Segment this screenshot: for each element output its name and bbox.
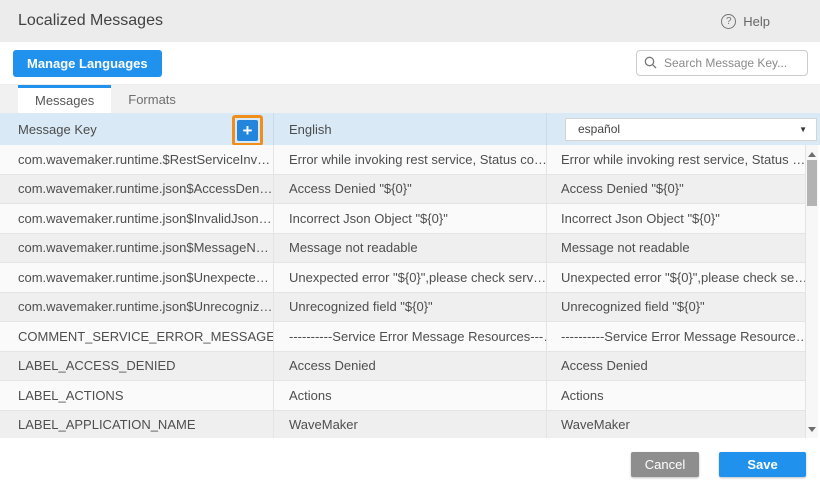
cancel-button[interactable]: Cancel bbox=[631, 452, 699, 477]
translation-value-cell[interactable]: Message not readable bbox=[546, 234, 806, 263]
search-box bbox=[636, 50, 808, 76]
column-header-message-key: Message Key + bbox=[0, 113, 273, 145]
translation-value-cell[interactable]: ----------Service Error Message Resource… bbox=[546, 322, 806, 351]
scroll-up-icon[interactable] bbox=[806, 148, 818, 160]
translation-value-cell[interactable]: Actions bbox=[546, 381, 806, 410]
translation-value-cell[interactable]: Unrecognized field "${0}" bbox=[546, 293, 806, 322]
table-row[interactable]: COMMENT_SERVICE_ERROR_MESSAGES ---------… bbox=[0, 322, 806, 352]
language-select[interactable]: español ▼ bbox=[565, 118, 817, 141]
table-row[interactable]: com.wavemaker.runtime.json$Unexpecte… Un… bbox=[0, 263, 806, 293]
table-row[interactable]: LABEL_ACTIONS Actions Actions bbox=[0, 381, 806, 411]
footer: Cancel Save bbox=[0, 438, 820, 490]
add-message-key-button[interactable]: + bbox=[237, 120, 258, 141]
translation-value-cell[interactable]: Incorrect Json Object "${0}" bbox=[546, 204, 806, 233]
page-title: Localized Messages bbox=[18, 12, 163, 30]
message-key-cell[interactable]: com.wavemaker.runtime.json$MessageN… bbox=[0, 234, 273, 263]
annotation-highlight-box: + bbox=[232, 115, 263, 146]
table-row[interactable]: LABEL_APPLICATION_NAME WaveMaker WaveMak… bbox=[0, 411, 806, 439]
scroll-down-icon[interactable] bbox=[806, 423, 818, 435]
column-header-english: English bbox=[273, 113, 546, 145]
message-key-cell[interactable]: com.wavemaker.runtime.json$Unrecogniz… bbox=[0, 293, 273, 322]
english-value-cell[interactable]: Actions bbox=[273, 381, 546, 410]
localized-messages-dialog: Localized Messages ? Help Manage Languag… bbox=[0, 0, 820, 490]
english-value-cell[interactable]: WaveMaker bbox=[273, 411, 546, 439]
search-input[interactable] bbox=[636, 50, 808, 76]
message-key-cell[interactable]: COMMENT_SERVICE_ERROR_MESSAGES bbox=[0, 322, 273, 351]
translation-value-cell[interactable]: Access Denied "${0}" bbox=[546, 175, 806, 204]
table-row[interactable]: com.wavemaker.runtime.json$Unrecogniz… U… bbox=[0, 293, 806, 323]
english-value-cell[interactable]: Unexpected error "${0}",please check ser… bbox=[273, 263, 546, 292]
chevron-down-icon: ▼ bbox=[799, 125, 807, 134]
message-key-cell[interactable]: LABEL_APPLICATION_NAME bbox=[0, 411, 273, 439]
english-value-cell[interactable]: Access Denied "${0}" bbox=[273, 175, 546, 204]
translation-value-cell[interactable]: Access Denied bbox=[546, 352, 806, 381]
scrollbar-thumb[interactable] bbox=[807, 160, 817, 206]
table-row[interactable]: com.wavemaker.runtime.json$MessageN… Mes… bbox=[0, 234, 806, 264]
message-key-cell[interactable]: com.wavemaker.runtime.$RestServiceInv… bbox=[0, 145, 273, 174]
translation-value-cell[interactable]: WaveMaker bbox=[546, 411, 806, 439]
translation-value-cell[interactable]: Error while invoking rest service, Statu… bbox=[546, 145, 806, 174]
table-rows: com.wavemaker.runtime.$RestServiceInv… E… bbox=[0, 145, 806, 438]
title-bar: Localized Messages ? Help bbox=[0, 0, 820, 42]
tab-formats[interactable]: Formats bbox=[111, 85, 193, 113]
manage-languages-button[interactable]: Manage Languages bbox=[13, 50, 162, 77]
english-value-cell[interactable]: Error while invoking rest service, Statu… bbox=[273, 145, 546, 174]
save-button[interactable]: Save bbox=[719, 452, 806, 477]
table-row[interactable]: LABEL_ACCESS_DENIED Access Denied Access… bbox=[0, 352, 806, 382]
message-key-cell[interactable]: com.wavemaker.runtime.json$InvalidJson… bbox=[0, 204, 273, 233]
english-value-cell[interactable]: Access Denied bbox=[273, 352, 546, 381]
english-value-cell[interactable]: ----------Service Error Message Resource… bbox=[273, 322, 546, 351]
language-select-value: español bbox=[578, 122, 620, 136]
message-key-cell[interactable]: LABEL_ACCESS_DENIED bbox=[0, 352, 273, 381]
tab-strip: Messages Formats bbox=[0, 85, 820, 113]
english-header-label: English bbox=[289, 122, 332, 137]
translation-value-cell[interactable]: Unexpected error "${0}",please check se… bbox=[546, 263, 806, 292]
table-row[interactable]: com.wavemaker.runtime.$RestServiceInv… E… bbox=[0, 145, 806, 175]
table-header: Message Key + English español ▼ bbox=[0, 113, 820, 145]
message-key-cell[interactable]: com.wavemaker.runtime.json$Unexpecte… bbox=[0, 263, 273, 292]
column-header-language: español ▼ bbox=[546, 113, 820, 145]
help-button[interactable]: ? Help bbox=[721, 14, 770, 29]
help-question-icon: ? bbox=[721, 14, 736, 29]
vertical-scrollbar[interactable] bbox=[805, 145, 818, 438]
table-row[interactable]: com.wavemaker.runtime.json$AccessDen… Ac… bbox=[0, 175, 806, 205]
message-key-cell[interactable]: com.wavemaker.runtime.json$AccessDen… bbox=[0, 175, 273, 204]
toolbar: Manage Languages bbox=[0, 42, 820, 85]
english-value-cell[interactable]: Unrecognized field "${0}" bbox=[273, 293, 546, 322]
table-row[interactable]: com.wavemaker.runtime.json$InvalidJson… … bbox=[0, 204, 806, 234]
english-value-cell[interactable]: Incorrect Json Object "${0}" bbox=[273, 204, 546, 233]
message-key-cell[interactable]: LABEL_ACTIONS bbox=[0, 381, 273, 410]
help-label: Help bbox=[743, 14, 770, 29]
tab-messages[interactable]: Messages bbox=[18, 85, 111, 113]
table-body: com.wavemaker.runtime.$RestServiceInv… E… bbox=[0, 145, 820, 438]
english-value-cell[interactable]: Message not readable bbox=[273, 234, 546, 263]
message-key-header-label: Message Key bbox=[18, 122, 97, 137]
